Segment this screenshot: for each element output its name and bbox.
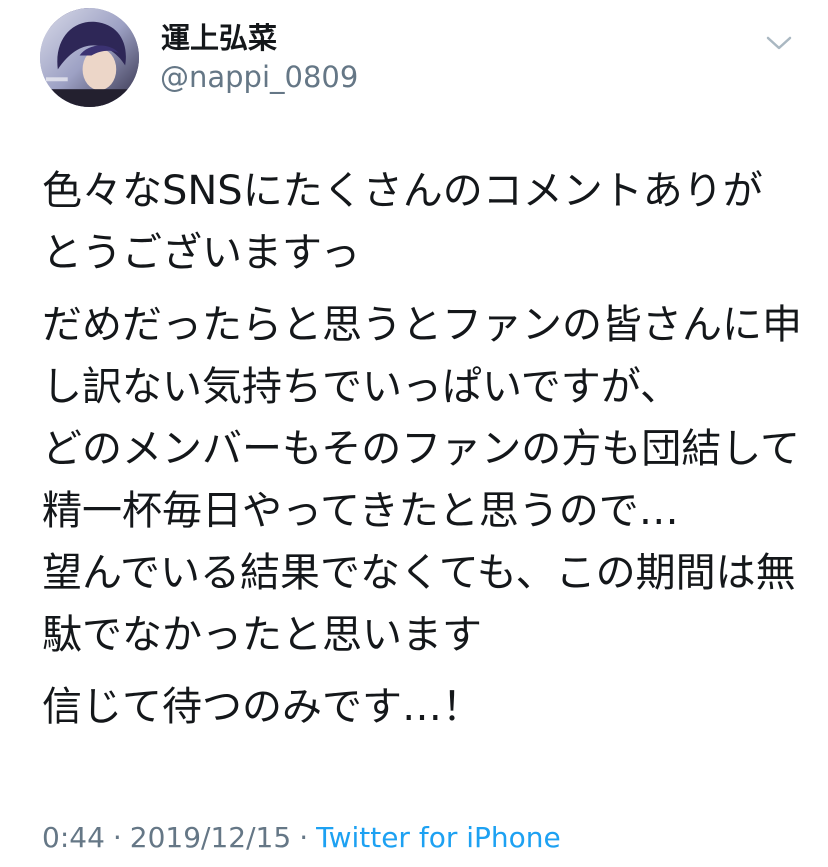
- tweet-source-link[interactable]: Twitter for iPhone: [316, 821, 561, 854]
- tweet-paragraph: 信じて待つのみです…！: [42, 684, 482, 730]
- username[interactable]: @nappi_0809: [160, 59, 358, 95]
- avatar[interactable]: [40, 8, 139, 107]
- tweet-text: 色々なSNSにたくさんのコメントありがとうございますっ だめだったらと思うとファ…: [42, 160, 802, 748]
- tweet-paragraph: だめだったらと思うとファンの皆さんに申し訳ない気持ちでいっぱいですが、 どのメン…: [42, 302, 802, 658]
- tweet: 運上弘菜 @nappi_0809 色々なSNSにたくさんのコメントありがとうござ…: [0, 0, 828, 867]
- meta-separator: ·: [299, 821, 309, 854]
- display-name[interactable]: 運上弘菜: [161, 20, 277, 56]
- tweet-date[interactable]: 2019/12/15: [130, 821, 291, 854]
- tweet-paragraph: 色々なSNSにたくさんのコメントありがとうございますっ: [42, 168, 763, 276]
- tweet-meta: 0:44 · 2019/12/15 · Twitter for iPhone: [42, 818, 561, 858]
- tweet-time[interactable]: 0:44: [42, 821, 105, 854]
- meta-separator: ·: [112, 821, 122, 854]
- avatar-image: [40, 8, 139, 107]
- chevron-down-icon[interactable]: [764, 30, 794, 54]
